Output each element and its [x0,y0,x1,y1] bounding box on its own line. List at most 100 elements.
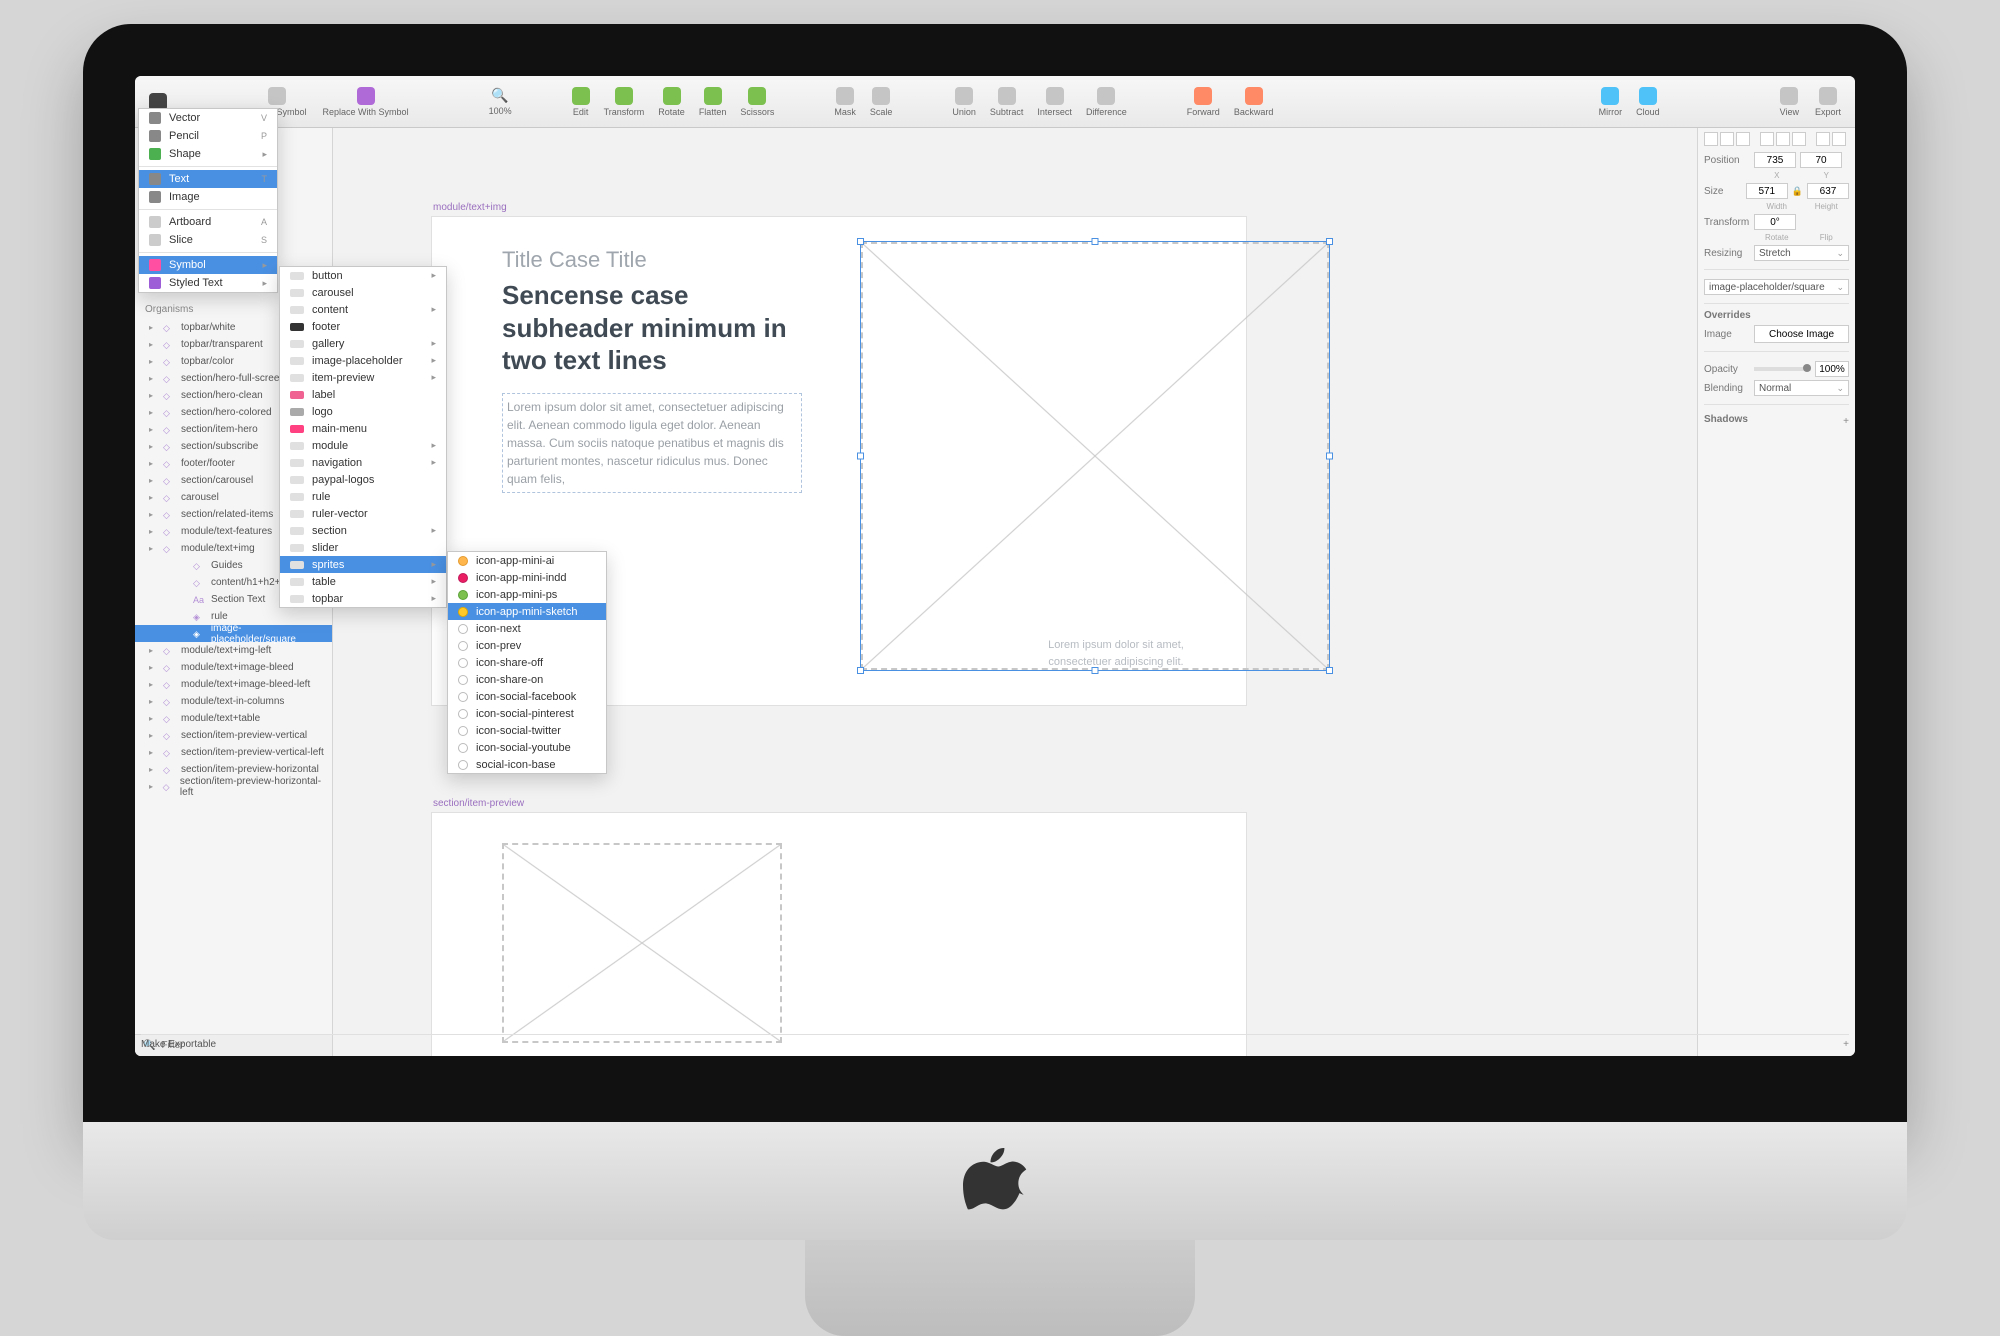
align-center-h[interactable] [1720,132,1734,146]
resizing-select[interactable]: Stretch⌄ [1754,245,1849,261]
resize-handle-tl[interactable] [857,238,864,245]
distribute-v[interactable] [1832,132,1846,146]
symbol-menu-item-ruler-vector[interactable]: ruler-vector [280,505,446,522]
symbol-menu-item-paypal-logos[interactable]: paypal-logos [280,471,446,488]
align-left[interactable] [1704,132,1718,146]
sprites-menu-item-icon-share-on[interactable]: icon-share-on [448,671,606,688]
symbol-menu-item-sprites[interactable]: sprites▸ [280,556,446,573]
insert-menu-item-artboard[interactable]: ArtboardA [139,213,277,231]
symbol-menu-item-table[interactable]: table▸ [280,573,446,590]
layer-row-module-text-image-bleed-left[interactable]: ▸◇module/text+image-bleed-left [135,676,332,693]
toolbar-export[interactable]: Export [1809,85,1847,119]
symbol-menu-item-gallery[interactable]: gallery▸ [280,335,446,352]
toolbar-view[interactable]: View [1774,85,1805,119]
sprites-menu-item-icon-social-pinterest[interactable]: icon-social-pinterest [448,705,606,722]
toolbar-union[interactable]: Union [946,85,982,119]
artboard-item-preview[interactable] [431,812,1247,1056]
make-exportable-button[interactable]: Make Exportable [141,1039,216,1050]
symbol-menu-item-item-preview[interactable]: item-preview▸ [280,369,446,386]
artboard-label-2[interactable]: section/item-preview [433,798,524,809]
layer-row-module-text-img-left[interactable]: ▸◇module/text+img-left [135,642,332,659]
align-top[interactable] [1760,132,1774,146]
blending-select[interactable]: Normal⌄ [1754,380,1849,396]
toolbar-edit[interactable]: Edit [566,85,596,119]
image-placeholder-square[interactable] [861,242,1329,670]
symbol-menu-item-footer[interactable]: footer [280,318,446,335]
sprites-menu-item-icon-social-facebook[interactable]: icon-social-facebook [448,688,606,705]
position-y-input[interactable] [1800,152,1842,168]
distribute-h[interactable] [1816,132,1830,146]
sprites-menu-item-icon-next[interactable]: icon-next [448,620,606,637]
toolbar-zoom[interactable]: 🔍100% [483,85,518,118]
lock-icon[interactable]: 🔒 [1792,186,1803,197]
toolbar-intersect[interactable]: Intersect [1031,85,1078,119]
layer-row-section-item-preview-vertical-left[interactable]: ▸◇section/item-preview-vertical-left [135,744,332,761]
symbol-menu-item-module[interactable]: module▸ [280,437,446,454]
sprites-menu-item-icon-prev[interactable]: icon-prev [448,637,606,654]
insert-menu-item-styled-text[interactable]: Styled Text▸ [139,274,277,292]
symbol-menu-item-content[interactable]: content▸ [280,301,446,318]
symbol-menu-item-label[interactable]: label [280,386,446,403]
symbol-menu-item-carousel[interactable]: carousel [280,284,446,301]
image-placeholder-2[interactable] [502,843,782,1043]
rotate-input[interactable] [1754,214,1796,230]
layer-row-module-text-image-bleed[interactable]: ▸◇module/text+image-bleed [135,659,332,676]
sprites-menu-item-icon-app-mini-sketch[interactable]: icon-app-mini-sketch [448,603,606,620]
artboard-label-1[interactable]: module/text+img [433,202,507,213]
sprites-menu-item-icon-app-mini-ps[interactable]: icon-app-mini-ps [448,586,606,603]
sprites-menu-item-social-icon-base[interactable]: social-icon-base [448,756,606,773]
toolbar-mirror[interactable]: Mirror [1593,85,1629,119]
symbol-menu-item-slider[interactable]: slider [280,539,446,556]
toolbar-scale[interactable]: Scale [864,85,899,119]
canvas-subheader[interactable]: Sencense case subheader minimum in two t… [502,279,802,377]
selected-layer-bounds[interactable] [860,241,1330,671]
size-h-input[interactable] [1807,183,1849,199]
resize-handle-bl[interactable] [857,667,864,674]
sprites-menu-item-icon-social-twitter[interactable]: icon-social-twitter [448,722,606,739]
symbol-menu-item-logo[interactable]: logo [280,403,446,420]
sprites-menu-item-icon-app-mini-ai[interactable]: icon-app-mini-ai [448,552,606,569]
sprites-menu-item-icon-app-mini-indd[interactable]: icon-app-mini-indd [448,569,606,586]
toolbar-subtract[interactable]: Subtract [984,85,1030,119]
resize-handle-mr[interactable] [1326,453,1333,460]
symbol-menu-item-button[interactable]: button▸ [280,267,446,284]
toolbar-mask[interactable]: Mask [828,85,862,119]
symbol-menu-item-topbar[interactable]: topbar▸ [280,590,446,607]
symbol-menu-item-main-menu[interactable]: main-menu [280,420,446,437]
add-export-button[interactable]: + [1843,1039,1849,1050]
resize-handle-br[interactable] [1326,667,1333,674]
add-shadow-button[interactable]: + [1843,416,1849,427]
toolbar-replace-symbol[interactable]: Replace With Symbol [317,85,415,119]
toolbar-difference[interactable]: Difference [1080,85,1133,119]
symbol-menu-item-navigation[interactable]: navigation▸ [280,454,446,471]
position-x-input[interactable] [1754,152,1796,168]
insert-menu-item-image[interactable]: Image [139,188,277,206]
insert-menu-item-shape[interactable]: Shape▸ [139,145,277,163]
opacity-slider[interactable] [1754,367,1811,371]
resize-handle-tr[interactable] [1326,238,1333,245]
size-w-input[interactable] [1746,183,1788,199]
toolbar-cloud[interactable]: Cloud [1630,85,1666,119]
insert-menu-item-text[interactable]: TextT [139,170,277,188]
toolbar-forward[interactable]: Forward [1181,85,1226,119]
symbol-menu-item-section[interactable]: section▸ [280,522,446,539]
symbol-menu-item-image-placeholder[interactable]: image-placeholder▸ [280,352,446,369]
toolbar-transform[interactable]: Transform [598,85,651,119]
layer-row-image-placeholder-square[interactable]: ◈image-placeholder/square [135,625,332,642]
align-bottom[interactable] [1792,132,1806,146]
insert-menu-item-vector[interactable]: VectorV [139,109,277,127]
resize-handle-bc[interactable] [1092,667,1099,674]
toolbar-flatten[interactable]: Flatten [693,85,733,119]
align-right[interactable] [1736,132,1750,146]
canvas-title[interactable]: Title Case Title [502,247,802,273]
insert-menu-item-symbol[interactable]: Symbol▸ [139,256,277,274]
opacity-value-input[interactable] [1815,361,1849,377]
layer-row-module-text-table[interactable]: ▸◇module/text+table [135,710,332,727]
symbol-instance-select[interactable]: image-placeholder/square⌄ [1704,279,1849,295]
toolbar-rotate[interactable]: Rotate [652,85,691,119]
sprites-menu-item-icon-social-youtube[interactable]: icon-social-youtube [448,739,606,756]
sprites-menu-item-icon-share-off[interactable]: icon-share-off [448,654,606,671]
layer-row-module-text-in-columns[interactable]: ▸◇module/text-in-columns [135,693,332,710]
align-center-v[interactable] [1776,132,1790,146]
choose-image-button[interactable]: Choose Image [1754,325,1849,343]
